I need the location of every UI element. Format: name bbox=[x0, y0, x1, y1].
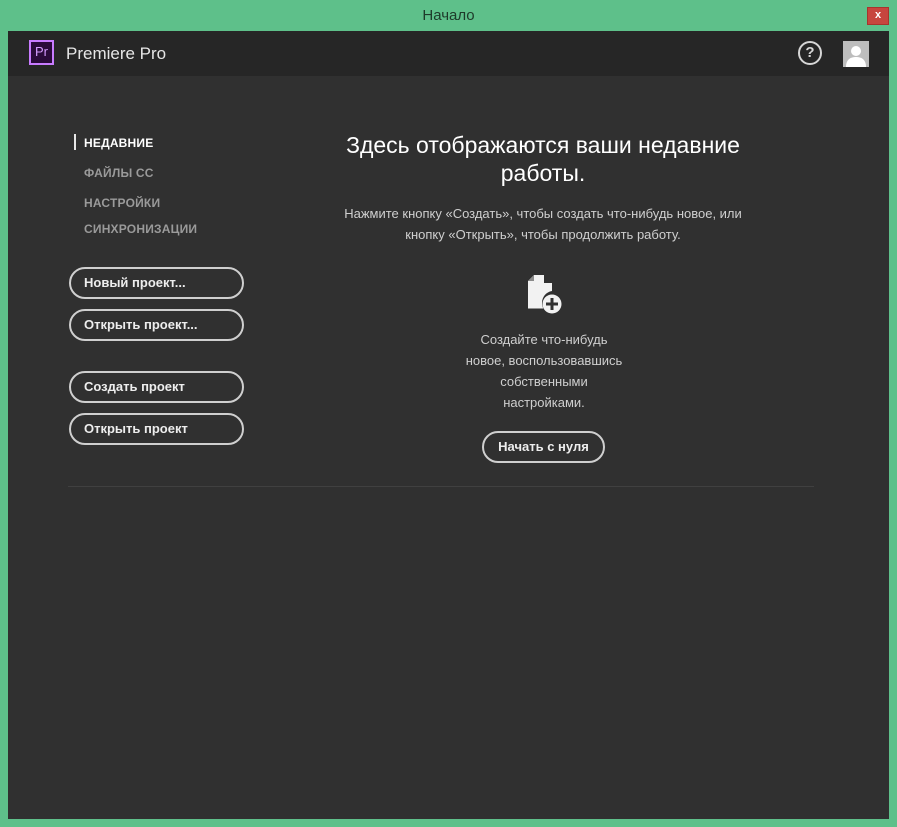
window-title: Начало bbox=[422, 7, 475, 24]
file-add-icon bbox=[524, 275, 564, 317]
app-client-area: Pr Premiere Pro ? НЕДАВНИЕ ФАЙЛЫ CC НАСТ… bbox=[8, 31, 889, 819]
open-project-dots-button[interactable]: Открыть проект... bbox=[69, 309, 244, 341]
nav-item-cc-files[interactable]: ФАЙЛЫ CC bbox=[84, 166, 154, 180]
nav-active-indicator bbox=[74, 134, 76, 150]
create-project-button[interactable]: Создать проект bbox=[69, 371, 244, 403]
premiere-pro-logo-icon: Pr bbox=[29, 40, 54, 65]
create-description: Создайте что-нибудь новое, воспользовавш… bbox=[465, 332, 623, 410]
page-subtext: Нажмите кнопку «Создать», чтобы создать … bbox=[344, 206, 742, 242]
content-divider bbox=[68, 486, 814, 487]
close-icon: x bbox=[874, 9, 882, 21]
user-avatar-icon[interactable] bbox=[843, 41, 869, 67]
start-from-scratch-button[interactable]: Начать с нуля bbox=[482, 431, 605, 463]
close-button[interactable]: x bbox=[867, 7, 889, 25]
new-project-button[interactable]: Новый проект... bbox=[69, 267, 244, 299]
app-window: Начало x Pr Premiere Pro ? НЕДАВНИЕ ФАЙЛ… bbox=[0, 0, 897, 827]
nav-item-sync[interactable]: СИНХРОНИЗАЦИИ bbox=[84, 222, 197, 236]
page-headline: Здесь отображаются ваши недавние работы. bbox=[346, 132, 740, 186]
open-project-button[interactable]: Открыть проект bbox=[69, 413, 244, 445]
help-icon[interactable]: ? bbox=[798, 41, 822, 65]
window-titlebar[interactable]: Начало bbox=[0, 0, 897, 31]
nav-item-settings[interactable]: НАСТРОЙКИ bbox=[84, 196, 160, 210]
app-header: Pr Premiere Pro ? bbox=[8, 31, 889, 76]
nav-item-recent[interactable]: НЕДАВНИЕ bbox=[84, 136, 153, 150]
app-name: Premiere Pro bbox=[66, 44, 167, 63]
